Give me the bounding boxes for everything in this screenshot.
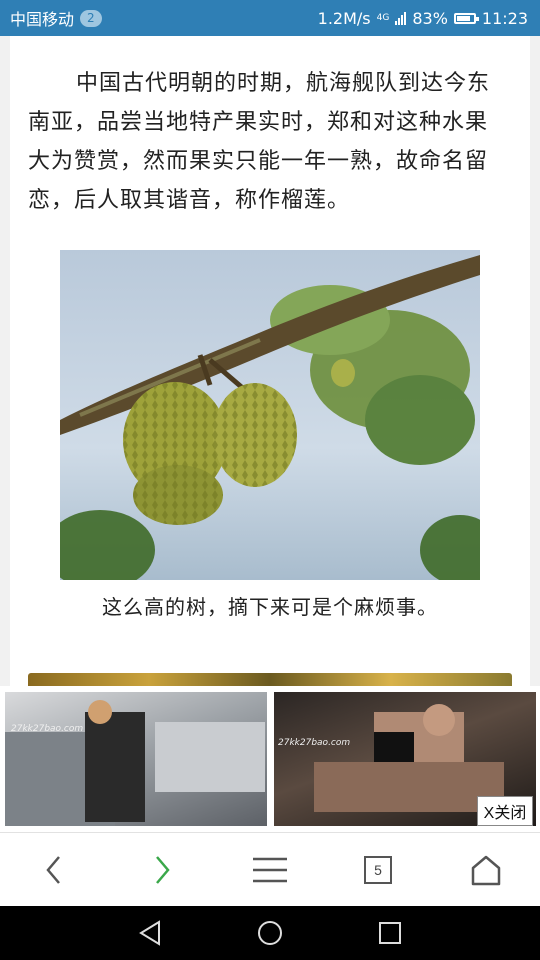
network-type: 4G [376,12,390,23]
article-card: 中国古代明朝的时期，航海舰队到达今东南亚，品尝当地特产果实时，郑和对这种水果大为… [10,36,530,686]
ad-right-watermark: 27kk27bao.com [278,738,351,748]
menu-icon [253,857,287,882]
battery-icon [453,12,479,24]
ad-image-left[interactable]: 27kk27bao.com [5,692,267,826]
system-nav-bar [0,906,540,960]
clock: 11:23 [481,8,528,28]
home-button[interactable] [432,833,540,906]
forward-button[interactable] [108,833,216,906]
back-icon [46,855,60,884]
ad-left-watermark: 27kk27bao.com [11,724,84,734]
ad-image-left-graphic [5,700,265,826]
nav-recents-icon[interactable] [377,920,403,946]
ad-close-button[interactable]: X关闭 [477,796,533,826]
signal-icon [395,11,407,25]
durian-tree-photo [60,250,480,580]
nav-home-icon[interactable] [256,919,284,947]
next-image-preview [28,673,512,686]
battery-percent: 83% [412,8,448,28]
tabs-button[interactable]: 5 [324,833,432,906]
net-speed: 1.2M/s [317,8,371,28]
forward-icon [156,855,170,884]
ad-banner[interactable]: 27kk27bao.com 27kk27bao.com X关闭 [0,686,540,832]
back-button[interactable] [0,833,108,906]
browser-toolbar: 5 [0,832,540,906]
status-right: 1.2M/s 4G 83% 11:23 [318,9,528,28]
article-paragraph: 中国古代明朝的时期，航海舰队到达今东南亚，品尝当地特产果实时，郑和对这种水果大为… [28,71,491,213]
menu-button[interactable] [216,833,324,906]
durian-illustration [60,255,480,580]
status-bar: 中国移动 2 1.2M/s 4G 83% 11:23 [0,0,540,36]
home-icon [471,855,501,885]
nav-back-icon[interactable] [137,919,163,947]
carrier-name: 中国移动 [10,10,75,29]
notification-badge: 2 [80,9,102,27]
status-left: 中国移动 2 [10,6,102,30]
tabs-icon: 5 [364,855,392,884]
photo-caption: 这么高的树，摘下来可是个麻烦事。 [102,595,438,619]
